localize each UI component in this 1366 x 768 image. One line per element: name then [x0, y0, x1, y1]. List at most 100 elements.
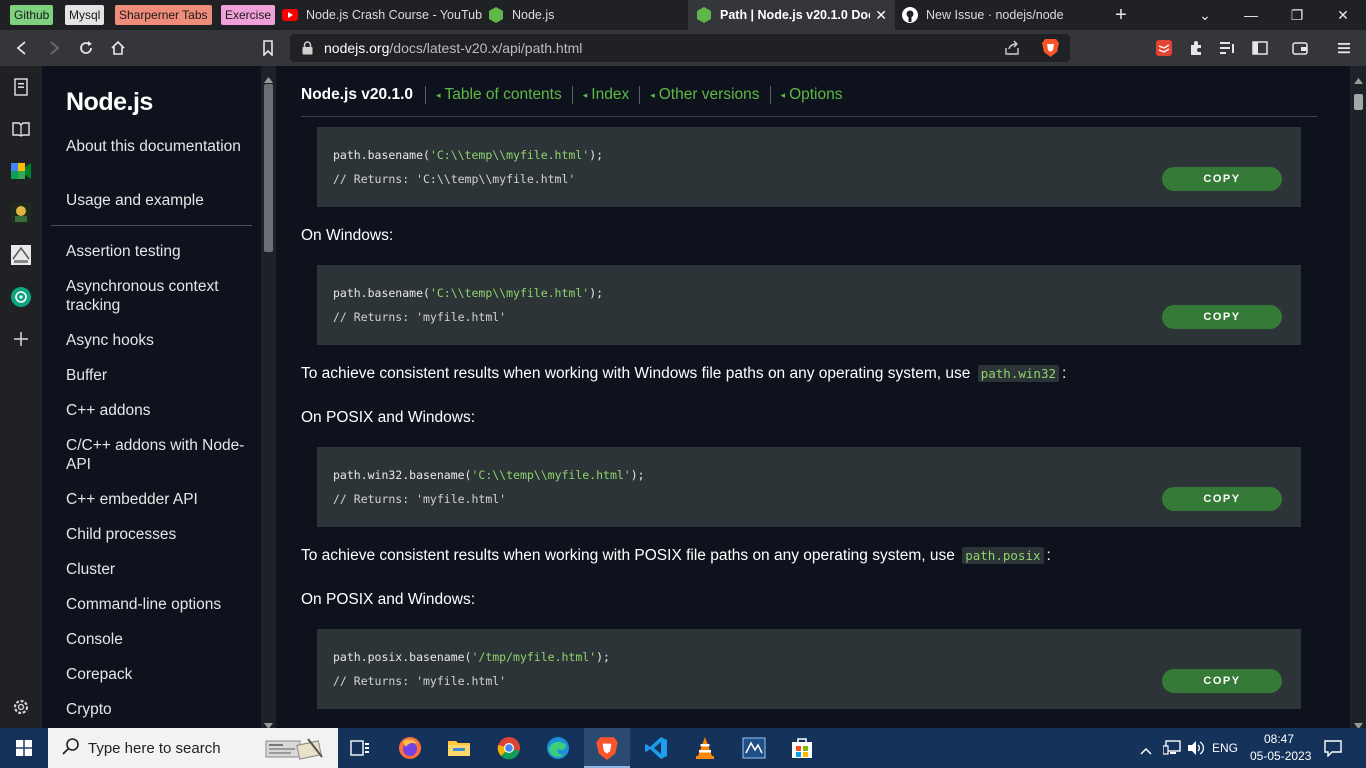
- tab-search-dropdown-icon[interactable]: ⌄: [1182, 0, 1228, 30]
- tab-nodejs[interactable]: Node.js: [488, 0, 683, 30]
- nav-item-async-context[interactable]: Asynchronous context tracking: [66, 277, 256, 315]
- nav-scrollbar-thumb[interactable]: [264, 84, 273, 252]
- docs-logo-title[interactable]: Node.js: [66, 88, 153, 117]
- close-tab-icon[interactable]: ✕: [875, 7, 887, 24]
- network-app-icon[interactable]: [742, 736, 766, 760]
- notification-icon[interactable]: [1324, 739, 1342, 762]
- copy-button[interactable]: COPY: [1162, 669, 1282, 693]
- tab-title: Path | Node.js v20.1.0 Docu: [720, 8, 870, 22]
- task-view-icon[interactable]: [348, 736, 372, 760]
- home-icon[interactable]: [106, 36, 130, 60]
- add-panel-icon[interactable]: [10, 328, 32, 350]
- header-link-index[interactable]: ◂ Index: [571, 86, 639, 104]
- nav-item-cli-options[interactable]: Command-line options: [66, 595, 256, 614]
- forward-icon[interactable]: [42, 36, 66, 60]
- bookmark-icon[interactable]: [256, 36, 280, 60]
- sidebar-toggle-icon[interactable]: [1248, 36, 1272, 60]
- nav-item-console[interactable]: Console: [66, 630, 256, 649]
- new-tab-button[interactable]: +: [1098, 0, 1144, 30]
- todoist-extension-icon[interactable]: [1152, 36, 1176, 60]
- brave-shields-icon[interactable]: [1042, 38, 1059, 62]
- browser-sidebar: [0, 66, 42, 728]
- windows-start-icon[interactable]: [16, 740, 32, 761]
- nav-item-cpp-embedder[interactable]: C++ embedder API: [66, 490, 256, 509]
- nav-item-child-processes[interactable]: Child processes: [66, 525, 256, 544]
- reload-icon[interactable]: [74, 36, 98, 60]
- share-icon[interactable]: [1004, 40, 1020, 61]
- code-comment: // Returns: 'myfile.html': [333, 310, 507, 324]
- microsoft-store-icon[interactable]: [790, 736, 814, 760]
- bookmark-sharperner-tabs[interactable]: Sharperner Tabs: [115, 5, 212, 25]
- nav-item-async-hooks[interactable]: Async hooks: [66, 331, 256, 350]
- nodejs-icon: [488, 7, 504, 23]
- copy-button[interactable]: COPY: [1162, 167, 1282, 191]
- clock-date[interactable]: 05-05-2023: [1250, 749, 1311, 763]
- news-widget-icon[interactable]: [264, 735, 328, 766]
- bookmark-exercise[interactable]: Exercise: [221, 5, 276, 25]
- back-icon[interactable]: [10, 36, 34, 60]
- copy-button[interactable]: COPY: [1162, 487, 1282, 511]
- copy-button[interactable]: COPY: [1162, 305, 1282, 329]
- lock-icon[interactable]: [302, 41, 313, 60]
- close-window-button[interactable]: ✕: [1320, 0, 1366, 30]
- page-scrollbar[interactable]: [1350, 66, 1366, 729]
- tab-youtube[interactable]: Node.js Crash Course - YouTube: [282, 0, 482, 30]
- header-link-toc[interactable]: ◂ Table of contents: [425, 86, 572, 104]
- nav-item-node-api[interactable]: C/C++ addons with Node-API: [66, 436, 256, 474]
- nav-item-cluster[interactable]: Cluster: [66, 560, 256, 579]
- chatgpt-icon[interactable]: [10, 286, 32, 308]
- file-explorer-icon[interactable]: [447, 736, 471, 760]
- header-link-options[interactable]: ◂ Options: [769, 86, 853, 104]
- youtube-icon: [282, 7, 298, 23]
- docs-version[interactable]: Node.js v20.1.0: [301, 86, 413, 104]
- nav-item-assertion-testing[interactable]: Assertion testing: [66, 242, 256, 261]
- minimize-button[interactable]: —: [1228, 0, 1274, 30]
- nav-item-cpp-addons[interactable]: C++ addons: [66, 401, 256, 420]
- search-icon: [62, 737, 80, 760]
- vscode-icon[interactable]: [644, 736, 668, 760]
- nav-item-usage[interactable]: Usage and example: [66, 191, 256, 210]
- tab-path-docs[interactable]: Path | Node.js v20.1.0 Docu ✕: [688, 0, 895, 30]
- reading-list-icon[interactable]: [10, 76, 32, 98]
- edge-icon[interactable]: [546, 736, 570, 760]
- nav-item-about[interactable]: About this documentation: [66, 137, 256, 156]
- clock-time[interactable]: 08:47: [1264, 732, 1294, 746]
- taskbar-search[interactable]: Type here to search: [48, 728, 338, 768]
- bookmarks-panel-icon[interactable]: [10, 118, 32, 140]
- network-icon[interactable]: [1162, 740, 1181, 761]
- menu-icon[interactable]: [1332, 36, 1356, 60]
- address-bar[interactable]: nodejs.org/docs/latest-v20.x/api/path.ht…: [290, 34, 1070, 62]
- page-scrollbar-thumb[interactable]: [1354, 94, 1363, 110]
- inline-code-link[interactable]: path.posix: [962, 547, 1044, 564]
- scroll-up-icon[interactable]: [1354, 71, 1363, 89]
- inline-code-link[interactable]: path.win32: [977, 365, 1059, 382]
- restore-button[interactable]: ❐: [1274, 0, 1320, 30]
- language-indicator[interactable]: ENG: [1212, 741, 1238, 755]
- nav-item-buffer[interactable]: Buffer: [66, 366, 256, 385]
- firefox-icon[interactable]: [398, 736, 422, 760]
- nav-item-crypto[interactable]: Crypto: [66, 700, 256, 719]
- url-text[interactable]: nodejs.org/docs/latest-v20.x/api/path.ht…: [324, 40, 582, 56]
- vlc-icon[interactable]: [693, 736, 717, 760]
- wallet-icon[interactable]: [1288, 36, 1312, 60]
- code-line: path.basename('C:\\temp\\myfile.html');: [333, 148, 604, 162]
- tab-github-issue[interactable]: New Issue · nodejs/node: [900, 0, 1095, 30]
- code-block: path.basename('C:\\temp\\myfile.html'); …: [317, 127, 1301, 207]
- chrome-icon[interactable]: [497, 736, 521, 760]
- media-queue-icon[interactable]: [1216, 36, 1240, 60]
- sheets-app-icon[interactable]: [10, 244, 32, 266]
- google-meet-icon[interactable]: [10, 160, 32, 182]
- bookmark-github[interactable]: Github: [10, 5, 54, 25]
- taskbar-active-app[interactable]: [584, 728, 630, 768]
- avatar-app-icon[interactable]: [10, 202, 32, 224]
- arrow-icon: ◂: [780, 89, 786, 100]
- bookmark-mysql[interactable]: Mysql: [65, 5, 105, 25]
- nav-item-corepack[interactable]: Corepack: [66, 665, 256, 684]
- volume-icon[interactable]: [1187, 740, 1205, 761]
- nav-scrollbar[interactable]: [261, 66, 276, 729]
- extensions-icon[interactable]: [1184, 36, 1208, 60]
- settings-gear-icon[interactable]: [10, 696, 32, 718]
- header-link-versions[interactable]: ◂ Other versions: [639, 86, 769, 104]
- tray-chevron-up-icon[interactable]: [1140, 742, 1152, 760]
- brave-browser-icon: [595, 736, 619, 765]
